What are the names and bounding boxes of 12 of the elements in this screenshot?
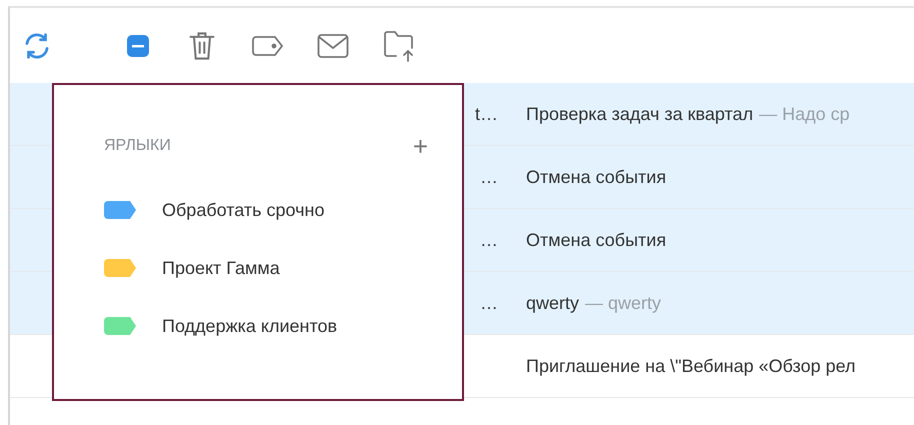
- sender-text: t…: [474, 104, 498, 124]
- sender-text: …: [480, 166, 498, 186]
- preview-text: — qwerty: [585, 292, 662, 315]
- subject-text: Приглашение на \"Вебинар «Обзор рел: [526, 354, 856, 378]
- menu-title: ЯРЛЫКИ: [104, 136, 171, 156]
- subject-text: Проверка задач за квартал: [526, 102, 754, 126]
- subject-text: Отмена события: [526, 166, 666, 188]
- sender-text: …: [480, 230, 498, 250]
- preview-text: — Надо ср: [759, 102, 850, 126]
- subject-text: qwerty: [526, 292, 580, 315]
- sender-text: …: [480, 292, 498, 312]
- subject-text: Отмена события: [526, 228, 666, 252]
